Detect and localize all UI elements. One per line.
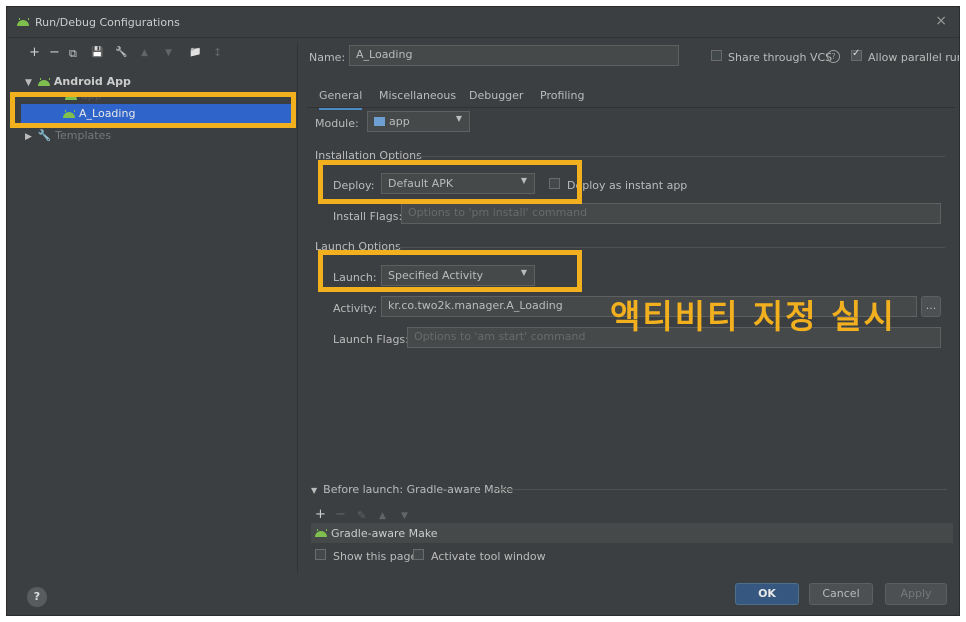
launch-options-title: Launch Options <box>315 240 401 253</box>
collapse-arrow-icon[interactable]: ▼ <box>311 486 317 495</box>
tab-miscellaneous[interactable]: Miscellaneous <box>379 89 456 102</box>
window-title: Run/Debug Configurations <box>35 16 180 29</box>
apply-button[interactable]: Apply <box>885 583 947 605</box>
expand-arrow-icon[interactable]: ▼ <box>25 78 32 88</box>
close-icon[interactable]: × <box>935 13 947 29</box>
install-flags-label: Install Flags: <box>333 210 403 223</box>
move-up-icon[interactable]: ▲ <box>379 511 386 521</box>
tree-toolbar: + − ⧉ 💾 🔧 ▲ ▼ 📁 ↕ <box>15 43 297 63</box>
deploy-dropdown[interactable]: Default APK ▼ <box>381 173 535 194</box>
tree-item-app[interactable]: app <box>65 89 102 102</box>
android-icon <box>17 18 29 26</box>
deploy-instant-checkbox[interactable] <box>549 178 560 189</box>
installation-options-title: Installation Options <box>315 149 422 162</box>
gradle-aware-make-row[interactable]: Gradle-aware Make <box>311 523 953 543</box>
share-vcs-label: Share through VCS <box>728 51 833 64</box>
remove-icon[interactable]: − <box>335 507 346 522</box>
activity-browse-button[interactable]: ... <box>921 296 941 317</box>
add-icon[interactable]: + <box>315 507 326 522</box>
help-icon[interactable]: ? <box>827 50 840 63</box>
config-tree-panel: + − ⧉ 💾 🔧 ▲ ▼ 📁 ↕ ▼ Android App app A_Loa… <box>15 43 298 573</box>
launch-dropdown[interactable]: Specified Activity ▼ <box>381 265 535 286</box>
tree-item-templates[interactable]: ▶ 🔧 Templates <box>25 129 111 142</box>
activity-label: Activity: <box>333 302 378 315</box>
wrench-icon[interactable]: 🔧 <box>115 47 127 58</box>
launch-flags-label: Launch Flags: <box>333 333 409 346</box>
launch-label: Launch: <box>333 271 377 284</box>
module-dropdown[interactable]: app ▼ <box>367 111 470 132</box>
module-folder-icon <box>374 117 385 126</box>
tab-debugger[interactable]: Debugger <box>469 89 523 102</box>
folder-icon[interactable]: 📁 <box>189 47 201 58</box>
ok-button[interactable]: OK <box>735 583 799 605</box>
android-icon <box>37 78 50 86</box>
share-vcs-checkbox[interactable] <box>711 50 722 61</box>
activate-tool-window-label: Activate tool window <box>431 550 546 563</box>
show-page-checkbox[interactable] <box>315 549 326 560</box>
remove-icon[interactable]: − <box>49 45 60 60</box>
allow-parallel-checkbox[interactable] <box>851 48 862 61</box>
chevron-down-icon: ▼ <box>520 268 527 277</box>
move-up-icon[interactable]: ▲ <box>141 48 148 58</box>
name-input[interactable]: A_Loading <box>349 45 679 66</box>
android-icon <box>315 529 327 537</box>
before-launch-separator <box>497 489 947 490</box>
installation-separator <box>415 156 945 157</box>
wrench-icon: 🔧 <box>37 129 52 142</box>
move-down-icon[interactable]: ▼ <box>165 48 172 58</box>
tree-root-android-app[interactable]: ▼ Android App <box>25 75 131 88</box>
chevron-down-icon: ▼ <box>455 114 462 123</box>
show-page-label: Show this page <box>333 550 418 563</box>
collapse-arrow-icon[interactable]: ▶ <box>25 132 32 142</box>
deploy-instant-label: Deploy as instant app <box>567 179 688 192</box>
cancel-button[interactable]: Cancel <box>809 583 873 605</box>
launch-separator <box>397 247 945 248</box>
before-launch-title[interactable]: ▼ Before launch: Gradle-aware Make <box>311 483 513 496</box>
title-bar: Run/Debug Configurations × <box>7 7 959 38</box>
deploy-label: Deploy: <box>333 179 375 192</box>
module-label: Module: <box>315 117 359 130</box>
activate-tool-window-checkbox[interactable] <box>413 549 424 560</box>
help-button[interactable]: ? <box>27 587 47 607</box>
tab-profiling[interactable]: Profiling <box>540 89 584 102</box>
copy-icon[interactable]: ⧉ <box>69 47 77 61</box>
annotation-text: 액티비티 지정 실시 <box>610 297 896 336</box>
android-icon <box>63 110 75 118</box>
android-icon <box>65 92 77 100</box>
move-down-icon[interactable]: ▼ <box>401 511 408 521</box>
edit-icon[interactable]: ✎ <box>357 509 366 522</box>
chevron-down-icon: ▼ <box>520 176 527 185</box>
allow-parallel-label: Allow parallel run <box>868 51 960 64</box>
add-icon[interactable]: + <box>29 45 40 60</box>
tab-divider <box>307 107 955 108</box>
tree-item-a-loading[interactable]: A_Loading <box>21 104 293 124</box>
install-flags-input[interactable]: Options to 'pm install' command <box>401 203 941 224</box>
sort-icon[interactable]: ↕ <box>213 46 222 59</box>
save-icon[interactable]: 💾 <box>91 47 103 58</box>
name-label: Name: <box>309 51 346 64</box>
